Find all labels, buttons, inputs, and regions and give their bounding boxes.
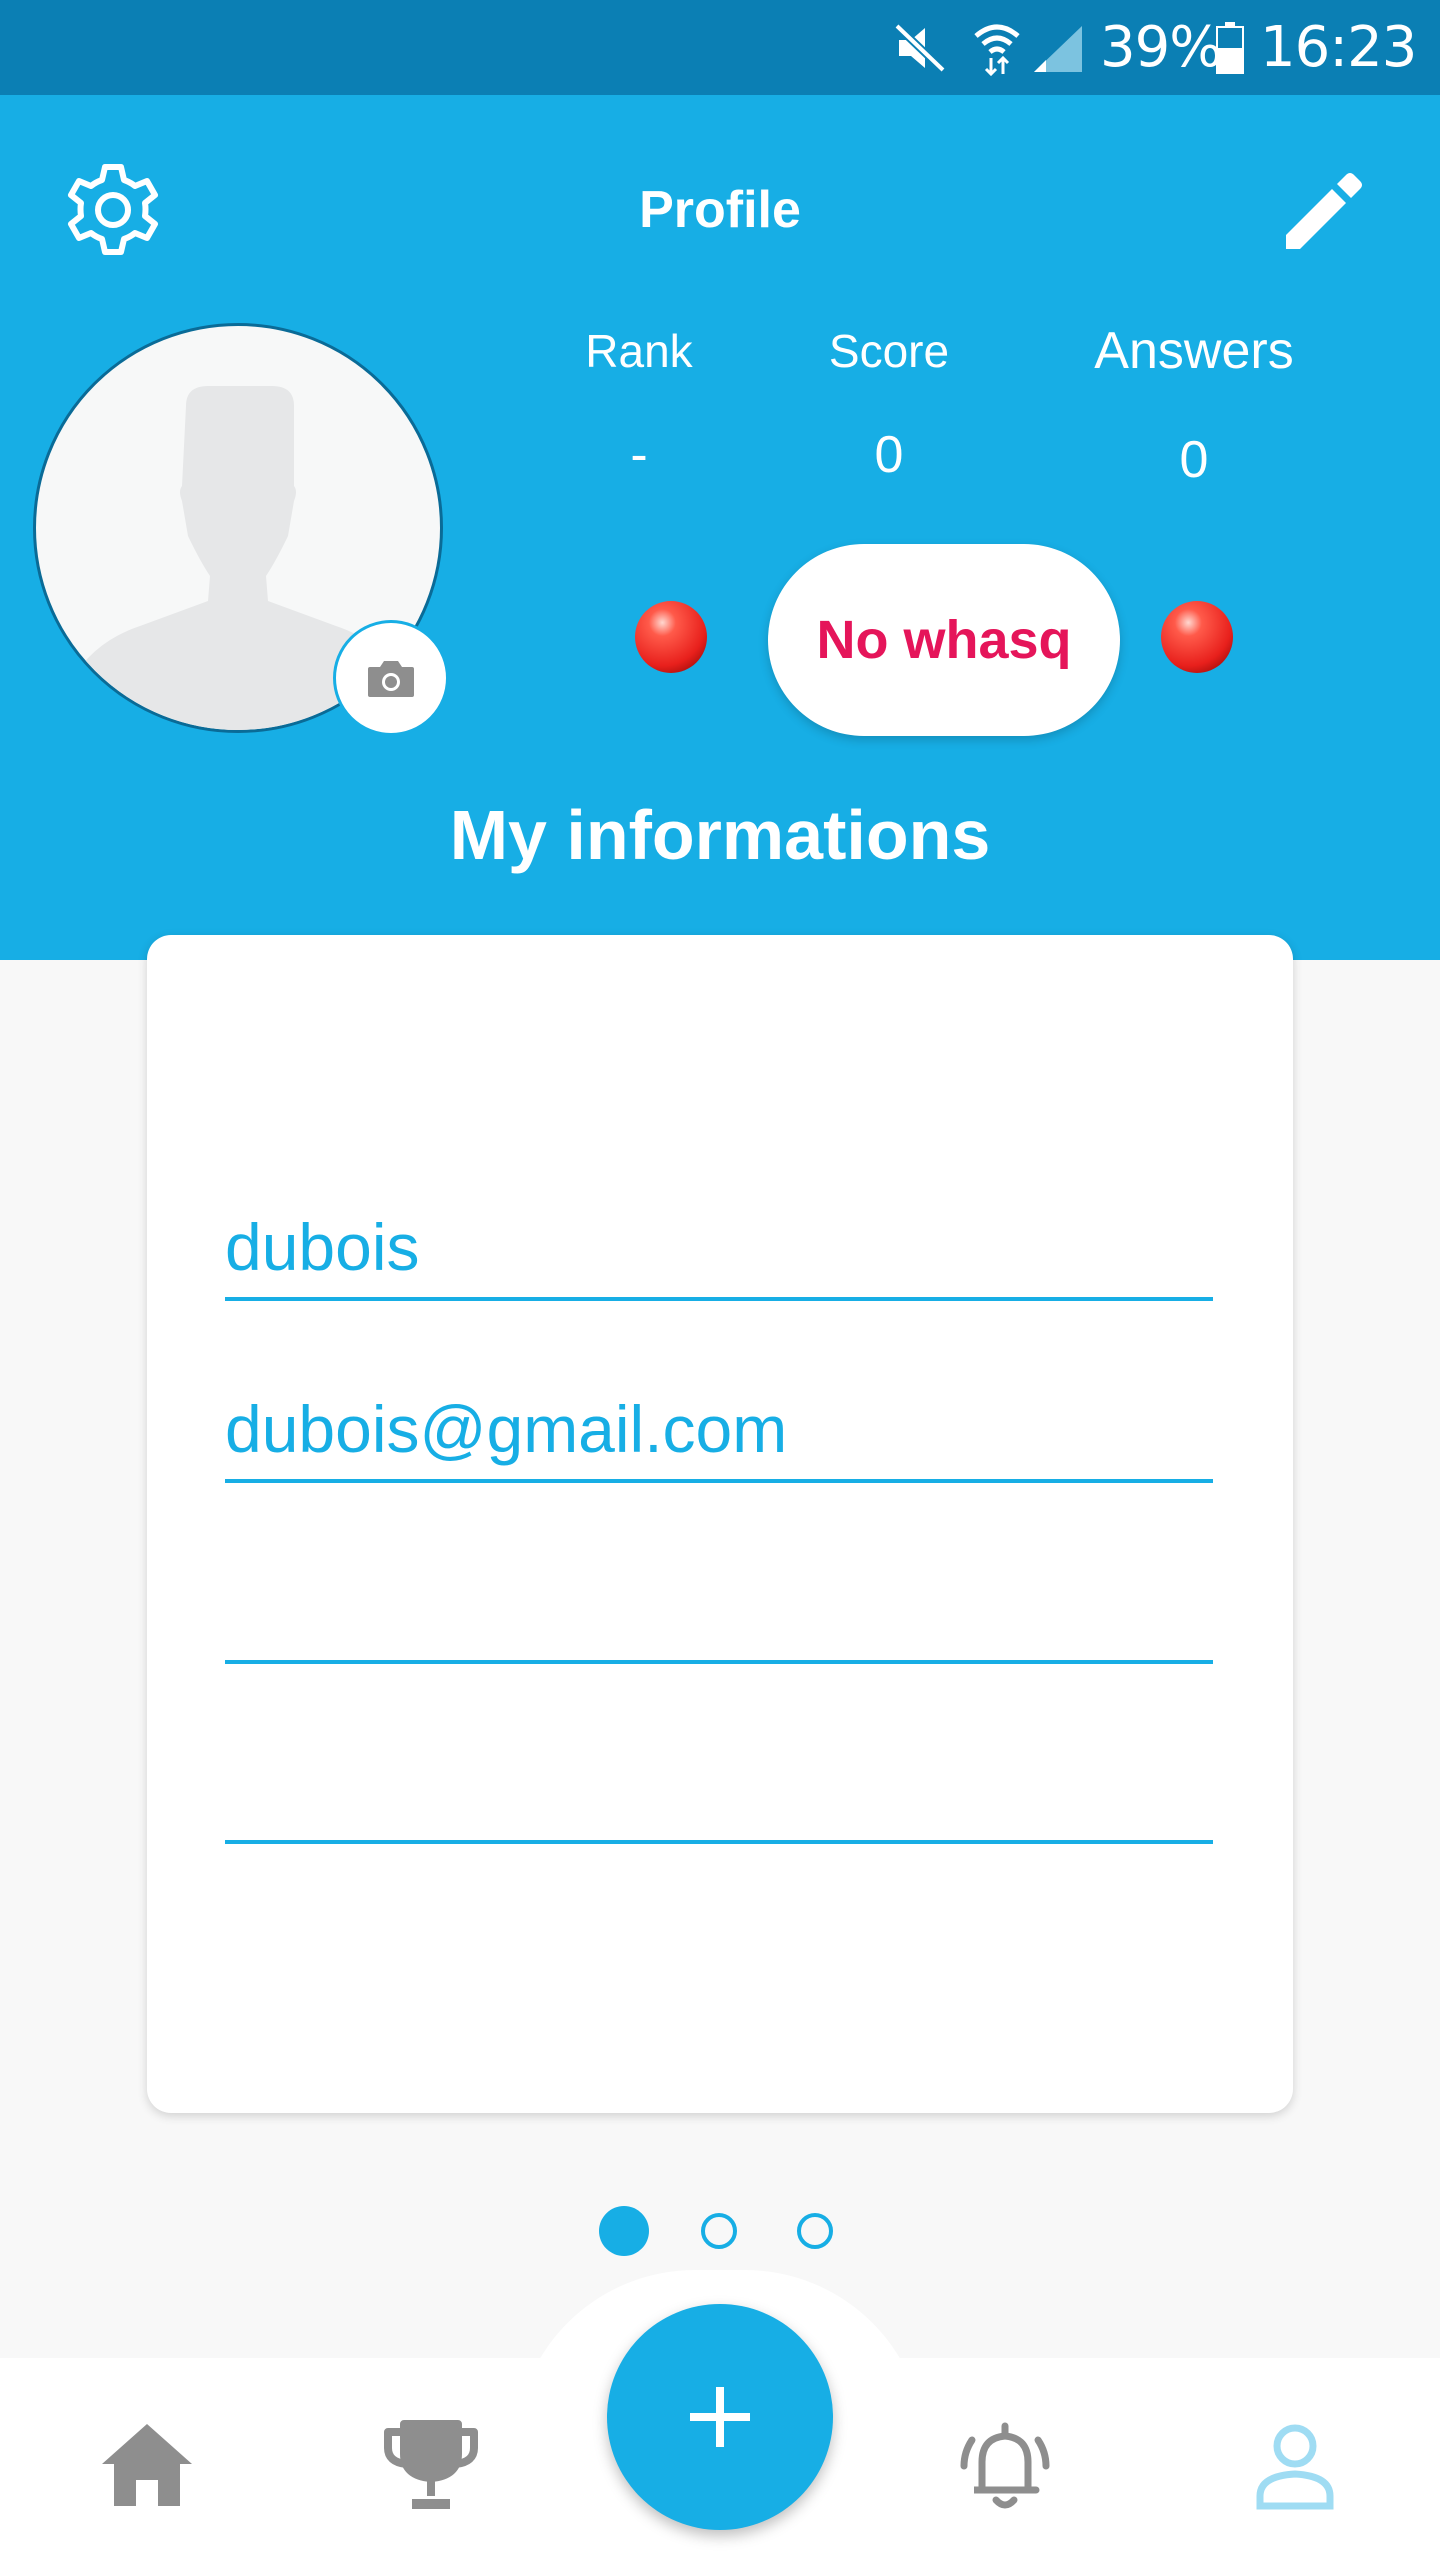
score-value: 0 bbox=[874, 426, 904, 484]
info-card: dubois dubois@gmail.com bbox=[147, 935, 1293, 2113]
nav-notifications-button[interactable] bbox=[950, 2410, 1060, 2520]
username-field[interactable]: dubois bbox=[225, 1197, 1213, 1301]
profile-header: Profile Rank Score Answers - 0 0 No whas… bbox=[0, 95, 1440, 960]
bell-icon bbox=[960, 2422, 1050, 2509]
rank-label: Rank bbox=[585, 325, 693, 377]
red-ball-icon bbox=[1161, 601, 1233, 673]
signal-icon bbox=[1034, 26, 1082, 72]
battery-icon bbox=[1216, 22, 1244, 74]
mute-icon bbox=[894, 23, 946, 73]
pager-dot[interactable] bbox=[797, 2213, 833, 2249]
answers-label: Answers bbox=[1094, 322, 1294, 380]
section-title: My informations bbox=[449, 796, 991, 874]
rank-value: - bbox=[630, 426, 648, 484]
add-icon bbox=[690, 2387, 750, 2447]
wifi-icon bbox=[974, 24, 1020, 76]
answers-value: 0 bbox=[1179, 431, 1209, 489]
pencil-icon bbox=[1286, 173, 1362, 249]
profile-screen: 39% 16:23 Profile Rank Score Answers - 0… bbox=[0, 0, 1440, 2560]
add-button[interactable] bbox=[607, 2304, 833, 2530]
trophy-icon bbox=[384, 2420, 478, 2509]
user-icon bbox=[1256, 2424, 1334, 2510]
nav-profile-button[interactable] bbox=[1240, 2410, 1350, 2520]
camera-icon bbox=[368, 661, 414, 697]
home-icon bbox=[102, 2424, 192, 2506]
nav-home-button[interactable] bbox=[92, 2410, 202, 2520]
whasq-button[interactable]: No whasq bbox=[768, 544, 1120, 736]
pager-dot-active[interactable] bbox=[599, 2206, 649, 2256]
battery-percentage: 39% bbox=[1100, 15, 1222, 80]
change-photo-button[interactable] bbox=[333, 620, 449, 736]
edit-button[interactable] bbox=[1276, 163, 1372, 259]
page-title: Profile bbox=[639, 181, 801, 239]
status-bar: 39% 16:23 bbox=[0, 0, 1440, 95]
red-ball-icon bbox=[635, 601, 707, 673]
email-field[interactable]: dubois@gmail.com bbox=[225, 1379, 1213, 1483]
score-label: Score bbox=[828, 325, 950, 377]
info-field-4[interactable] bbox=[225, 1740, 1213, 1844]
clock: 16:23 bbox=[1260, 15, 1417, 80]
nav-leaderboard-button[interactable] bbox=[376, 2410, 486, 2520]
info-field-3[interactable] bbox=[225, 1560, 1213, 1664]
pager-dot[interactable] bbox=[701, 2213, 737, 2249]
